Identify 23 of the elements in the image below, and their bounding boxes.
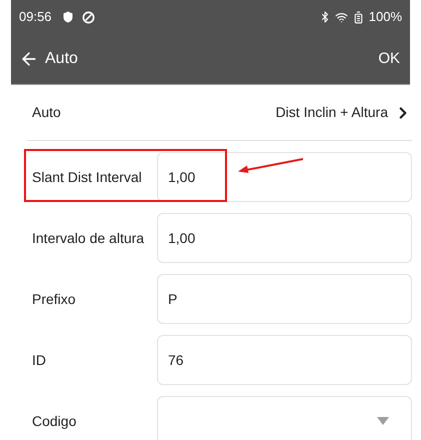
input-field[interactable]: 76 <box>157 335 412 385</box>
field-label: Slant Dist Interval <box>31 168 143 186</box>
dropdown-caret-icon <box>377 417 389 425</box>
input-field[interactable]: 1,00 <box>157 213 412 263</box>
field-label: Prefixo <box>31 290 77 308</box>
field-label: Intervalo de altura <box>31 228 146 248</box>
shield-icon <box>62 11 74 23</box>
field-label: Codigo <box>31 412 78 431</box>
mode-label: Auto <box>31 103 61 122</box>
status-time: 09:56 <box>19 8 52 26</box>
ok-button[interactable]: OK <box>378 48 402 70</box>
input-field[interactable]: 1,00 <box>157 152 412 202</box>
battery-percent: 100% <box>368 8 402 26</box>
battery-icon <box>352 10 365 24</box>
input-field[interactable]: P <box>157 274 412 324</box>
circle-icon <box>82 10 95 24</box>
field-label: ID <box>31 350 47 370</box>
mode-value: Dist Inclin + Altura <box>276 103 388 122</box>
toolbar-title: Auto <box>45 49 78 69</box>
dropdown-field[interactable] <box>157 396 412 440</box>
wifi-icon <box>334 10 348 24</box>
mode-row[interactable]: Auto Dist Inclin + Altura <box>27 85 412 141</box>
arrow-icon <box>238 158 304 174</box>
